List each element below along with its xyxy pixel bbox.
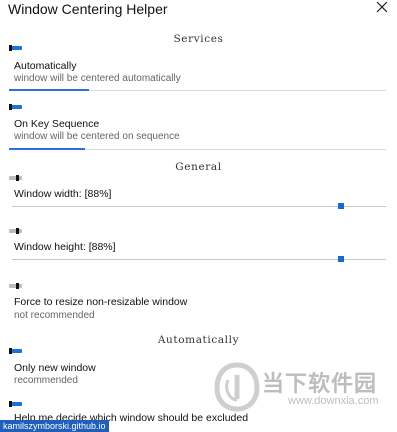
section-title-services: Services: [173, 33, 224, 45]
automatically-accent-line: [9, 89, 89, 91]
section-title-general: General: [175, 161, 222, 173]
on-key-sequence-toggle[interactable]: [9, 104, 23, 110]
window-title: Window Centering Helper: [8, 1, 168, 17]
toggle-knob: [16, 228, 19, 234]
force-resize-toggle[interactable]: [9, 283, 23, 289]
footer-link[interactable]: kamilszymborski.github.io: [0, 420, 109, 432]
window-width-slider[interactable]: [12, 203, 386, 211]
on-key-sequence-label: On Key Sequence: [14, 118, 100, 130]
slider-rail: [12, 259, 386, 260]
toggle-knob: [16, 175, 19, 181]
automatically-toggle[interactable]: [9, 45, 23, 51]
only-new-window-label: Only new window: [14, 362, 96, 374]
title-bar: Window Centering Helper: [0, 0, 397, 22]
window-height-toggle[interactable]: [9, 228, 23, 234]
toggle-knob: [16, 283, 19, 289]
toggle-knob: [9, 401, 12, 407]
toggle-knob: [9, 104, 12, 110]
close-icon[interactable]: [375, 0, 391, 18]
watermark-url: www.downxia.com: [288, 395, 379, 407]
watermark: 当下软件园 www.downxia.com: [214, 362, 394, 417]
force-resize-label: Force to resize non-resizable window: [14, 296, 188, 308]
section-title-automatically: Automatically: [157, 334, 240, 346]
force-resize-description: not recommended: [14, 310, 95, 321]
only-new-window-toggle[interactable]: [9, 348, 23, 354]
toggle-knob: [9, 45, 12, 51]
slider-thumb[interactable]: [338, 256, 345, 262]
window-height-label: Window height: [88%]: [14, 241, 116, 253]
window-height-slider[interactable]: [12, 256, 386, 264]
window-width-label: Window width: [88%]: [14, 188, 112, 200]
on-key-sequence-description: window will be centered on sequence: [14, 131, 180, 142]
slider-rail: [12, 206, 386, 207]
watermark-chinese-text: 当下软件园: [262, 371, 378, 396]
help-decide-toggle[interactable]: [9, 401, 23, 407]
automatically-description: window will be centered automatically: [14, 73, 181, 84]
only-new-window-description: recommended: [14, 375, 78, 386]
toggle-knob: [9, 348, 12, 354]
slider-thumb[interactable]: [338, 203, 345, 209]
automatically-label: Automatically: [14, 60, 77, 72]
window-width-toggle[interactable]: [9, 175, 23, 181]
watermark-logo: [214, 362, 260, 412]
on-key-sequence-accent-line: [9, 148, 85, 150]
